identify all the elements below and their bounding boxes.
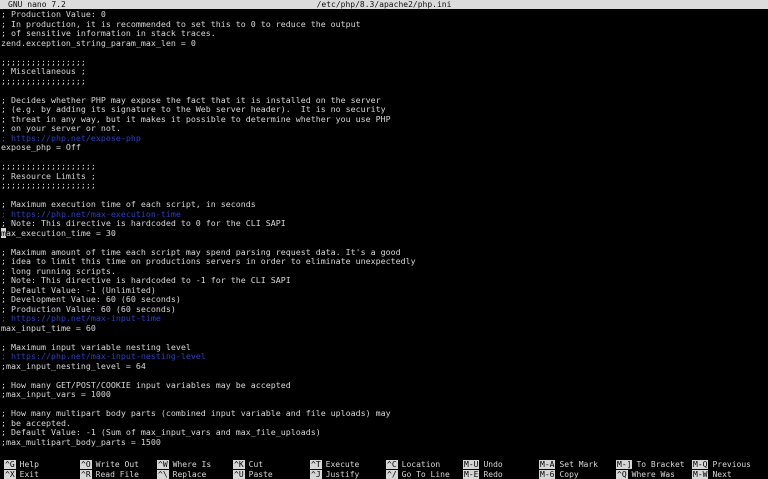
shortcut-key: ^Q (616, 469, 628, 479)
shortcut-label: Where Was (631, 469, 675, 479)
shortcut-key: ^G (4, 460, 16, 469)
shortcut-redo[interactable]: M-E Redo (463, 469, 503, 479)
editor-line[interactable]: ;max_input_nesting_level = 64 (1, 361, 767, 372)
editor-line[interactable] (1, 48, 767, 58)
shortcut-label: Cut (248, 460, 264, 469)
shortcut-key: ^J (310, 469, 322, 479)
shortcut-key: M-A (539, 460, 556, 469)
editor-line[interactable]: zend.exception_string_param_max_len = 0 (1, 38, 767, 49)
cursor-line[interactable]: max_execution_time = 30 (1, 227, 767, 239)
editor-line[interactable]: ;;;;;;;;;;;;;;;;;;; (1, 161, 767, 172)
shortcut-label: To Bracket (636, 460, 685, 469)
shortcut-undo[interactable]: M-U Undo (463, 460, 503, 470)
editor-line[interactable]: ; idea to limit this time on productions… (1, 256, 767, 267)
shortcut-exit[interactable]: ^X Exit (4, 469, 39, 479)
editor-line[interactable]: ;max_multipart_body_parts = 1500 (1, 437, 767, 448)
shortcut-key: ^/ (386, 469, 398, 479)
shortcut-label: Execute (325, 460, 360, 469)
shortcut-label: Write Out (95, 460, 139, 469)
shortcut-key: ^C (386, 460, 398, 469)
shortcut-label: Copy (559, 469, 579, 479)
shortcut-key: ^W (157, 460, 169, 469)
shortcut-write-out[interactable]: ^O Write Out (80, 460, 139, 470)
text-cursor: m (1, 227, 6, 238)
editor-line[interactable]: ;max_input_vars = 1000 (1, 389, 767, 400)
shortcut-key: M-Q (692, 460, 709, 469)
shortcut-previous[interactable]: M-Q Previous (692, 460, 751, 470)
shortcut-key: ^T (310, 460, 322, 469)
shortcut-key: M-] (616, 460, 633, 469)
shortcut-label: Justify (325, 469, 360, 479)
editor-line[interactable] (1, 153, 767, 163)
shortcut-key: ^U (233, 469, 245, 479)
editor-line[interactable]: ; Miscellaneous ; (1, 66, 767, 77)
shortcut-set-mark[interactable]: M-A Set Mark (539, 460, 598, 470)
editor-line[interactable]: ;;;;;;;;;;;;;;;;;;; (1, 180, 767, 191)
shortcut-label: Go To Line (401, 469, 450, 479)
shortcut-key: ^O (80, 460, 92, 469)
shortcut-replace[interactable]: ^\ Replace (157, 469, 207, 479)
shortcut-label: Redo (483, 469, 503, 479)
shortcut-key: M-E (463, 469, 480, 479)
shortcut-paste[interactable]: ^U Paste (233, 469, 273, 479)
shortcut-label: Where Is (172, 460, 212, 469)
url-line[interactable]: ; https://php.net/max-input-time (1, 313, 767, 324)
shortcut-to-bracket[interactable]: M-] To Bracket (616, 460, 685, 470)
shortcut-label: Replace (172, 469, 207, 479)
title-bar: GNU nano 7.2 /etc/php/8.3/apache2/php.in… (0, 0, 768, 9)
shortcut-key: ^R (80, 469, 92, 479)
shortcut-next[interactable]: M-W Next (692, 469, 732, 479)
shortcut-label: Set Mark (559, 460, 598, 469)
editor-line[interactable]: ;;;;;;;;;;;;;;;;; (1, 76, 767, 87)
editor-line[interactable]: ;;;;;;;;;;;;;;;;; (1, 57, 767, 68)
url-line[interactable]: ; https://php.net/expose-php (1, 133, 767, 144)
shortcut-go-to-line[interactable]: ^/Go To Line (386, 469, 450, 479)
shortcut-copy[interactable]: M-6 Copy (539, 469, 579, 479)
shortcut-label: Location (401, 460, 441, 469)
shortcut-location[interactable]: ^C Location (386, 460, 440, 470)
shortcut-key: M-W (692, 469, 709, 479)
shortcut-help[interactable]: ^G Help (4, 460, 39, 470)
shortcut-justify[interactable]: ^J Justify (310, 469, 360, 479)
shortcut-label: Previous (712, 460, 751, 469)
shortcut-key: ^X (4, 469, 16, 479)
editor-line[interactable]: max_input_time = 60 (1, 323, 767, 334)
shortcut-bar: ^G Help ^X Exit ^O Write Out ^R Read File ^W Wher… (0, 460, 768, 479)
shortcut-execute[interactable]: ^T Execute (310, 460, 359, 470)
file-path: /etc/php/8.3/apache2/php.ini (316, 0, 452, 9)
editor-buffer[interactable]: ; Production Value: 0; In production, it… (1, 10, 767, 450)
shortcut-label: Read File (95, 469, 139, 479)
editor-line[interactable]: ; Resource Limits ; (1, 171, 767, 182)
editor-line[interactable]: ; How many GET/POST/COOKIE input variabl… (1, 380, 767, 391)
editor-line[interactable]: expose_php = Off (1, 142, 767, 153)
shortcut-label: Paste (248, 469, 273, 479)
shortcut-cut[interactable]: ^K Cut (233, 460, 263, 470)
shortcut-key: ^K (233, 460, 245, 469)
editor-line[interactable]: ; How many multipart body parts (combine… (1, 408, 767, 419)
shortcut-read-file[interactable]: ^R Read File (80, 469, 139, 479)
shortcut-where-was[interactable]: ^Q Where Was (616, 469, 675, 479)
shortcut-key: ^\ (157, 469, 169, 479)
shortcut-key: M-U (463, 460, 480, 469)
shortcut-key: M-6 (539, 469, 556, 479)
shortcut-label: Help (19, 460, 39, 469)
shortcut-label: Next (712, 469, 732, 479)
shortcut-where-is[interactable]: ^W Where Is (157, 460, 211, 470)
shortcut-label: Exit (19, 469, 39, 479)
shortcut-label: Undo (483, 460, 503, 469)
